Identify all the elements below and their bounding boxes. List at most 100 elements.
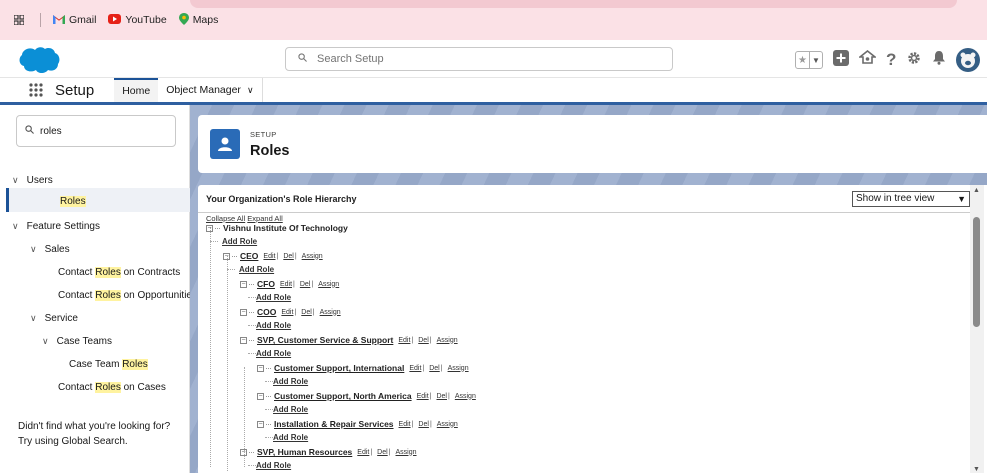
edit-link[interactable]: Edit [281,309,293,316]
del-link[interactable]: Del [283,253,294,260]
tab-home[interactable]: Home [114,78,159,102]
scroll-up-arrow[interactable]: ▲ [973,187,980,194]
add-icon[interactable] [833,49,849,71]
add-role-link[interactable]: Add Role [222,237,257,246]
tab-object-manager[interactable]: Object Manager ∨ [158,78,263,102]
collapse-toggle[interactable]: − [240,280,247,288]
del-link[interactable]: Del [429,365,440,372]
global-search-input[interactable]: Search Setup [285,47,673,71]
sidebar-item-service[interactable]: ∨ Service [30,313,78,324]
sidebar-item-contact-roles-contracts[interactable]: Contact Roles on Contracts [58,267,180,278]
maps-icon [178,12,189,28]
edit-link[interactable]: Edit [417,393,429,400]
del-link[interactable]: Del [436,393,447,400]
tab-label: Object Manager [166,84,241,96]
scroll-down-arrow[interactable]: ▼ [973,466,980,473]
collapse-toggle[interactable]: − [223,252,230,260]
edit-link[interactable]: Edit [357,449,369,456]
sidebar-item-case-teams[interactable]: ∨ Case Teams [42,336,112,347]
assign-link[interactable]: Assign [318,281,339,288]
sidebar-item-roles[interactable]: Roles [60,196,86,207]
assign-link[interactable]: Assign [302,253,323,260]
role-link[interactable]: Installation & Repair Services [274,419,394,429]
add-role-link[interactable]: Add Role [273,377,308,386]
search-icon [298,53,307,65]
app-name: Setup [55,82,95,99]
bookmark-youtube[interactable]: YouTube [108,13,167,27]
assign-link[interactable]: Assign [396,449,417,456]
search-icon [25,125,34,137]
edit-link[interactable]: Edit [280,281,292,288]
sidebar-item-feature-settings[interactable]: ∨ Feature Settings [12,221,100,232]
add-role-link[interactable]: Add Role [256,461,291,470]
role-link[interactable]: CFO [257,279,275,289]
global-search-link[interactable]: Try using Global Search. [18,434,170,449]
add-role-link[interactable]: Add Role [256,349,291,358]
sidebar-item-users[interactable]: ∨ Users [12,175,53,186]
chevron-down-icon: ▼ [809,52,822,68]
sidebar-item-sales[interactable]: ∨ Sales [30,244,70,255]
role-node-svp-customer-service: − SVP, Customer Service & Support Edit | Del… [240,335,458,345]
add-role-link[interactable]: Add Role [273,433,308,442]
del-link[interactable]: Del [300,281,311,288]
collapse-toggle[interactable]: − [240,308,247,316]
trailhead-icon[interactable] [857,49,878,70]
assign-link[interactable]: Assign [448,365,469,372]
assign-link[interactable]: Assign [320,309,341,316]
setup-sidebar: roles ∨ Users Roles ∨ Feature Settings ∨ Sa… [0,105,197,473]
collapse-toggle[interactable]: − [257,420,264,428]
chevron-down-icon: ▼ [957,194,966,204]
role-link[interactable]: CEO [240,251,258,261]
del-link[interactable]: Del [418,337,429,344]
role-link[interactable]: Customer Support, North America [274,391,412,401]
main-content: SETUP Roles Your Organization's Role Hie… [190,105,987,473]
collapse-toggle[interactable]: − [240,448,247,456]
assign-link[interactable]: Assign [455,393,476,400]
collapse-toggle[interactable]: − [206,224,213,232]
bell-icon[interactable] [932,50,946,70]
favorites-button[interactable]: ★ ▼ [795,51,823,69]
edit-link[interactable]: Edit [398,337,410,344]
del-link[interactable]: Del [301,309,312,316]
collapse-toggle[interactable]: − [240,336,247,344]
edit-link[interactable]: Edit [409,365,421,372]
chevron-down-icon[interactable]: ∨ [247,85,254,95]
add-role-link[interactable]: Add Role [256,321,291,330]
app-launcher-icon[interactable] [29,83,43,102]
view-select[interactable]: Show in tree view ▼ [852,191,970,207]
add-role-link[interactable]: Add Role [239,265,274,274]
gmail-icon [53,14,65,27]
bookmark-gmail[interactable]: Gmail [53,14,96,27]
gear-icon[interactable] [906,50,922,71]
scroll-thumb[interactable] [973,217,980,327]
collapse-toggle[interactable]: − [257,364,264,372]
role-link[interactable]: SVP, Customer Service & Support [257,335,393,345]
edit-link[interactable]: Edit [399,421,411,428]
sidebar-item-contact-roles-cases[interactable]: Contact Roles on Cases [58,382,166,393]
sidebar-item-case-team-roles[interactable]: Case Team Roles [69,359,148,370]
expand-all-link[interactable]: Expand All [247,214,282,223]
role-link[interactable]: Customer Support, International [274,363,404,373]
sidebar-item-contact-roles-opportunities[interactable]: Contact Roles on Opportunities [58,290,197,301]
assign-link[interactable]: Assign [437,421,458,428]
apps-icon[interactable] [14,15,24,25]
collapse-all-link[interactable]: Collapse All [206,214,245,223]
scrollbar[interactable]: ▲ ▼ [970,185,984,473]
role-node-cfo: − CFO Edit | Del | Assign [240,279,340,289]
collapse-toggle[interactable]: − [257,392,264,400]
role-hierarchy-panel: Your Organization's Role Hierarchy Show … [198,185,987,473]
help-icon[interactable]: ? [886,50,896,70]
chevron-down-icon: ∨ [12,175,19,185]
assign-link[interactable]: Assign [437,337,458,344]
add-role-link[interactable]: Add Role [256,293,291,302]
edit-link[interactable]: Edit [263,253,275,260]
avatar[interactable] [956,48,981,72]
del-link[interactable]: Del [377,449,388,456]
bookmark-maps[interactable]: Maps [178,12,218,28]
salesforce-logo[interactable] [18,46,60,79]
del-link[interactable]: Del [418,421,429,428]
add-role-link[interactable]: Add Role [273,405,308,414]
role-link[interactable]: SVP, Human Resources [257,447,352,457]
quick-find-input[interactable]: roles [16,115,176,147]
role-link[interactable]: COO [257,307,276,317]
